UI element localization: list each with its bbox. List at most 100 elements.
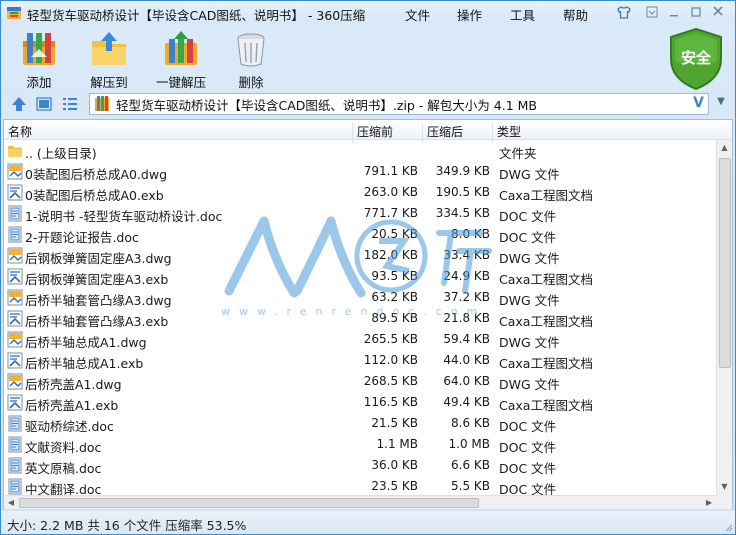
delete-label: 删除 [238,75,264,90]
security-shield-button[interactable]: 安全 [667,27,725,91]
file-compressed-size: 24.9 KB [443,269,490,283]
scroll-down-icon[interactable]: ▼ [717,479,732,495]
scrollbar-corner [716,495,732,509]
toolbar: 添加 解压到 一键解压 删除 [1,25,735,91]
list-view-icon[interactable] [61,95,79,113]
extract-to-button[interactable]: 解压到 [89,29,129,91]
extract-folder-icon [92,32,126,65]
file-row[interactable]: 后钢板弹簧固定座A3.exb 93.5 KB 24.9 KB Caxa工程图文档 [4,266,716,287]
zip-archive-icon [95,96,109,111]
file-size: 1.1 MB [376,437,418,451]
horizontal-scrollbar[interactable]: ◀ ▶ [4,495,716,509]
close-icon[interactable] [701,1,735,21]
extract-to-label: 解压到 [90,75,128,90]
file-name: 0装配图后桥总成A0.dwg [25,167,168,182]
file-row[interactable]: 后钢板弹簧固定座A3.dwg 182.0 KB 33.4 KB DWG 文件 [4,245,716,266]
status-text: 大小: 2.2 MB 共 16 个文件 压缩率 53.5% [7,518,247,533]
column-type[interactable]: 类型 [497,123,521,140]
file-row[interactable]: 1-说明书 -轻型货车驱动桥设计.doc 771.7 KB 334.5 KB DOC … [4,203,716,224]
file-row[interactable]: 英文原稿.doc 36.0 KB 6.6 KB DOC 文件 [4,455,716,476]
vertical-scrollbar[interactable]: ▲ ▼ [716,140,732,495]
folder-icon [7,142,23,159]
file-row[interactable]: 中文翻译.doc 23.5 KB 5.5 KB DOC 文件 [4,476,716,495]
security-label: 安全 [680,49,711,67]
add-button[interactable]: 添加 [19,29,59,91]
file-name: 后钢板弹簧固定座A3.exb [25,272,169,287]
column-name[interactable]: 名称 [8,123,32,140]
menu-dropdown-icon[interactable] [641,3,663,21]
exb-file-icon [7,184,23,201]
dwg-file-icon [7,373,23,390]
file-size: 23.5 KB [371,479,418,493]
file-size: 116.5 KB [363,395,418,409]
minimize-icon[interactable] [663,3,685,21]
file-size: 268.5 KB [363,374,418,388]
address-dropdown-icon[interactable]: ▼ [713,96,729,112]
dwg-file-icon [7,331,23,348]
one-click-extract-button[interactable]: 一键解压 [156,29,206,91]
file-name: 后桥半轴总成A1.dwg [25,335,147,350]
file-row[interactable]: 后桥半轴总成A1.exb 112.0 KB 44.0 KB Caxa工程图文档 [4,350,716,371]
file-size: 93.5 KB [371,269,418,283]
file-type: Caxa工程图文档 [499,188,593,203]
file-compressed-size: 37.2 KB [443,290,490,304]
skin-shirt-icon[interactable] [613,3,635,21]
file-row[interactable]: 2-开题论证报告.doc 20.5 KB 8.0 KB DOC 文件 [4,224,716,245]
exb-file-icon [7,394,23,411]
exb-file-icon [7,352,23,369]
file-size: 63.2 KB [371,290,418,304]
file-type: Caxa工程图文档 [499,356,593,371]
vertical-scroll-thumb[interactable] [719,158,731,368]
file-size: 791.1 KB [363,164,418,178]
trash-bin-icon [237,33,265,67]
dwg-file-icon [7,163,23,180]
file-compressed-size: 349.9 KB [435,164,490,178]
exb-file-icon [7,268,23,285]
file-size: 36.0 KB [371,458,418,472]
verified-v-icon[interactable]: V [693,95,704,111]
scroll-right-icon[interactable]: ▶ [702,496,716,509]
add-archive-icon [23,33,55,65]
column-size[interactable]: 压缩前 [357,123,393,140]
menu-operation[interactable]: 操作 [457,5,482,24]
file-row[interactable]: 0装配图后桥总成A0.exb 263.0 KB 190.5 KB Caxa工程图文档 [4,182,716,203]
address-row: 轻型货车驱动桥设计【毕设含CAD图纸、说明书】.zip - 解包大小为 4.1 … [1,92,735,116]
file-row[interactable]: 后桥壳盖A1.exb 116.5 KB 49.4 KB Caxa工程图文档 [4,392,716,413]
file-name: 1-说明书 -轻型货车驱动桥设计.doc [25,209,223,224]
file-name: 后桥半轴总成A1.exb [25,356,144,371]
file-name: .. (上级目录) [25,146,97,161]
delete-button[interactable]: 删除 [231,29,271,91]
file-type: DWG 文件 [499,293,560,308]
file-row[interactable]: .. (上级目录) 文件夹 [4,140,716,161]
file-row[interactable]: 文献资料.doc 1.1 MB 1.0 MB DOC 文件 [4,434,716,455]
file-size: 265.5 KB [363,332,418,346]
file-row[interactable]: 0装配图后桥总成A0.dwg 791.1 KB 349.9 KB DWG 文件 [4,161,716,182]
file-compressed-size: 64.0 KB [443,374,490,388]
menu-help[interactable]: 帮助 [563,5,588,24]
file-compressed-size: 5.5 KB [451,479,490,493]
file-row[interactable]: 后桥半轴总成A1.dwg 265.5 KB 59.4 KB DWG 文件 [4,329,716,350]
up-arrow-icon[interactable] [10,95,28,113]
scroll-up-icon[interactable]: ▲ [717,140,732,156]
address-path: 轻型货车驱动桥设计【毕设含CAD图纸、说明书】.zip - 解包大小为 4.1 … [116,97,537,113]
horizontal-scroll-thumb[interactable] [19,498,479,508]
column-header: 名称 压缩前 压缩后 类型 [4,120,732,143]
file-type: DWG 文件 [499,251,560,266]
file-compressed-size: 1.0 MB [448,437,490,451]
file-row[interactable]: 后桥壳盖A1.dwg 268.5 KB 64.0 KB DWG 文件 [4,371,716,392]
thumbnail-view-icon[interactable] [35,95,53,113]
doc-file-icon [7,478,23,495]
menu-file[interactable]: 文件 [405,5,430,24]
file-type: DOC 文件 [499,230,557,245]
file-name: 后桥壳盖A1.dwg [25,377,122,392]
file-type: DWG 文件 [499,167,560,182]
title-bar[interactable]: 轻型货车驱动桥设计【毕设含CAD图纸、说明书】 - 360压缩 文件 操作 工具… [1,1,735,25]
file-name: 英文原稿.doc [25,461,102,476]
scroll-left-icon[interactable]: ◀ [4,496,18,509]
column-compressed[interactable]: 压缩后 [427,123,463,140]
resize-grip-icon[interactable] [723,522,733,532]
file-name: 文献资料.doc [25,440,102,455]
address-bar[interactable]: 轻型货车驱动桥设计【毕设含CAD图纸、说明书】.zip - 解包大小为 4.1 … [89,93,709,115]
menu-tools[interactable]: 工具 [510,5,535,24]
file-row[interactable]: 驱动桥综述.doc 21.5 KB 8.6 KB DOC 文件 [4,413,716,434]
